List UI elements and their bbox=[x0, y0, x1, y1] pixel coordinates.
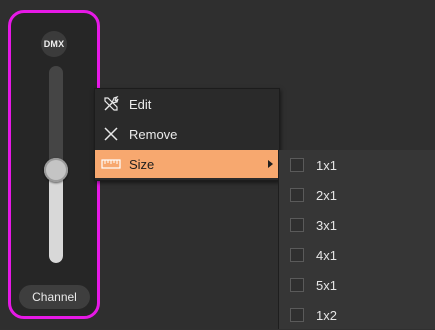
size-option-label: 2x1 bbox=[316, 187, 337, 203]
menu-item-size[interactable]: Size bbox=[95, 150, 279, 178]
size-option-label: 5x1 bbox=[316, 277, 337, 293]
menu-item-label: Size bbox=[129, 156, 155, 172]
size-option-3x1[interactable]: 3x1 bbox=[279, 210, 435, 240]
menu-item-label: Remove bbox=[129, 126, 178, 142]
tools-icon bbox=[101, 94, 121, 114]
size-option-1x2[interactable]: 1x2 bbox=[279, 300, 435, 330]
fader-knob[interactable] bbox=[44, 158, 68, 182]
size-submenu: 1x1 2x1 3x1 4x1 5x1 1x2 bbox=[278, 150, 435, 329]
size-option-label: 1x1 bbox=[316, 157, 337, 173]
size-option-5x1[interactable]: 5x1 bbox=[279, 270, 435, 300]
checkbox[interactable] bbox=[290, 248, 304, 262]
checkbox[interactable] bbox=[290, 158, 304, 172]
dmx-fader-widget[interactable]: DMX Channel bbox=[8, 10, 100, 319]
checkbox[interactable] bbox=[290, 188, 304, 202]
fader-fill bbox=[49, 170, 63, 263]
channel-button[interactable]: Channel bbox=[19, 285, 90, 309]
menu-item-remove[interactable]: Remove bbox=[95, 120, 279, 148]
submenu-arrow-icon bbox=[268, 160, 273, 168]
menu-item-edit[interactable]: Edit bbox=[95, 90, 279, 118]
size-option-2x1[interactable]: 2x1 bbox=[279, 180, 435, 210]
size-option-4x1[interactable]: 4x1 bbox=[279, 240, 435, 270]
ruler-icon bbox=[101, 154, 121, 174]
checkbox[interactable] bbox=[290, 278, 304, 292]
checkbox[interactable] bbox=[290, 218, 304, 232]
close-icon bbox=[101, 124, 121, 144]
size-option-label: 4x1 bbox=[316, 247, 337, 263]
menu-item-label: Edit bbox=[129, 96, 152, 112]
dmx-badge: DMX bbox=[41, 31, 67, 57]
size-option-label: 1x2 bbox=[316, 307, 337, 323]
size-option-label: 3x1 bbox=[316, 217, 337, 233]
context-menu: Edit Remove Size bbox=[94, 88, 280, 181]
checkbox[interactable] bbox=[290, 308, 304, 322]
size-option-1x1[interactable]: 1x1 bbox=[279, 150, 435, 180]
